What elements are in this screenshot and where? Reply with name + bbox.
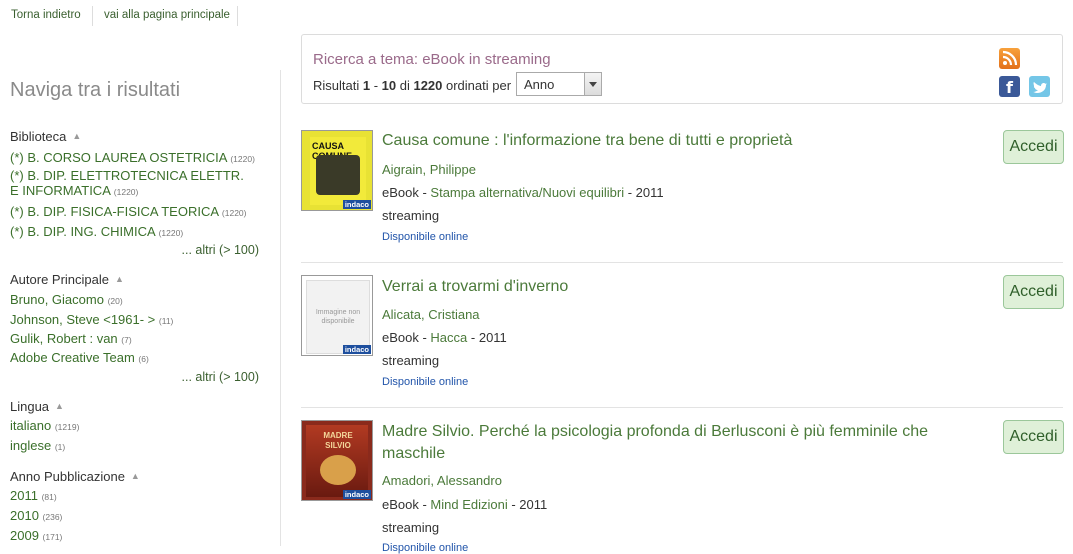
facet-heading-lingua[interactable]: Lingua ▲ xyxy=(10,399,64,414)
book-cover[interactable]: Immagine non disponibile indaco xyxy=(301,275,373,356)
result-divider xyxy=(301,262,1063,263)
sidebar-divider xyxy=(280,70,281,546)
result-title[interactable]: Verrai a trovarmi d'inverno xyxy=(382,276,982,298)
publisher-link[interactable]: Mind Edizioni xyxy=(430,497,507,512)
facet-item[interactable]: (*) B. DIP. ELETTROTECNICA ELETTR. E INF… xyxy=(10,168,255,200)
result-item: MADRE SILVIO indaco Madre Silvio. Perché… xyxy=(301,420,1064,554)
sidebar-title: Naviga tra i risultati xyxy=(10,79,181,101)
facet-item[interactable]: italiano (1219) xyxy=(10,418,255,435)
sort-select[interactable]: Anno xyxy=(516,72,602,96)
facet-item[interactable]: 2011 (81) xyxy=(10,488,255,505)
availability-link[interactable]: Disponibile online xyxy=(382,542,468,554)
access-button[interactable]: Accedi xyxy=(1003,420,1064,454)
nav-divider xyxy=(92,6,93,26)
indaco-badge: indaco xyxy=(342,200,371,209)
facet-item[interactable]: 2009 (171) xyxy=(10,528,255,545)
result-author[interactable]: Alicata, Cristiana xyxy=(382,307,480,322)
result-item: Immagine non disponibile indaco Verrai a… xyxy=(301,275,1064,405)
result-item: CAUSA COMUNE indaco Causa comune : l'inf… xyxy=(301,130,1064,260)
results-count: Risultati 1 - 10 di 1220 ordinati per xyxy=(313,78,512,93)
result-format: eBook - Hacca - 2011 xyxy=(382,330,507,345)
facet-heading-biblioteca[interactable]: Biblioteca ▲ xyxy=(10,129,81,144)
result-divider xyxy=(301,407,1063,408)
book-cover[interactable]: CAUSA COMUNE indaco xyxy=(301,130,373,211)
publisher-link[interactable]: Hacca xyxy=(430,330,467,345)
facet-heading-autore[interactable]: Autore Principale ▲ xyxy=(10,272,124,287)
access-button[interactable]: Accedi xyxy=(1003,275,1064,309)
facet-item[interactable]: inglese (1) xyxy=(10,438,255,455)
facebook-icon[interactable]: f xyxy=(999,76,1020,97)
result-mode: streaming xyxy=(382,520,440,535)
result-mode: streaming xyxy=(382,208,440,223)
facet-item[interactable]: Adobe Creative Team (6) xyxy=(10,350,255,367)
facet-item[interactable]: 2010 (236) xyxy=(10,508,255,525)
back-link[interactable]: Torna indietro xyxy=(11,9,81,21)
result-format: eBook - Mind Edizioni - 2011 xyxy=(382,497,548,512)
rss-icon[interactable] xyxy=(999,48,1020,69)
collapse-arrow-icon[interactable]: ▲ xyxy=(115,274,124,284)
collapse-arrow-icon[interactable]: ▲ xyxy=(55,401,64,411)
facet-item[interactable]: (*) B. DIP. FISICA-FISICA TEORICA (1220) xyxy=(10,204,255,221)
availability-link[interactable]: Disponibile online xyxy=(382,376,468,388)
availability-link[interactable]: Disponibile online xyxy=(382,231,468,243)
publisher-link[interactable]: Stampa alternativa/Nuovi equilibri xyxy=(430,185,624,200)
nav-divider xyxy=(237,6,238,26)
twitter-icon[interactable] xyxy=(1029,76,1050,97)
collapse-arrow-icon[interactable]: ▲ xyxy=(131,471,140,481)
result-author[interactable]: Amadori, Alessandro xyxy=(382,473,502,488)
chevron-down-icon[interactable] xyxy=(584,73,601,95)
indaco-badge: indaco xyxy=(342,345,371,354)
facet-item[interactable]: (*) B. DIP. ING. CHIMICA (1220) xyxy=(10,224,255,241)
result-author[interactable]: Aigrain, Philippe xyxy=(382,162,476,177)
more-link[interactable]: ... altri (> 100) xyxy=(182,370,259,384)
result-title[interactable]: Madre Silvio. Perché la psicologia profo… xyxy=(382,421,982,465)
facet-item[interactable]: (*) B. CORSO LAUREA OSTETRICIA (1220) xyxy=(10,150,255,167)
access-button[interactable]: Accedi xyxy=(1003,130,1064,164)
search-summary-box: Ricerca a tema: eBook in streaming Risul… xyxy=(301,34,1063,104)
collapse-arrow-icon[interactable]: ▲ xyxy=(72,131,81,141)
facet-heading-anno[interactable]: Anno Pubblicazione ▲ xyxy=(10,469,140,484)
book-cover[interactable]: MADRE SILVIO indaco xyxy=(301,420,373,501)
facet-item[interactable]: Bruno, Giacomo (20) xyxy=(10,292,255,309)
result-mode: streaming xyxy=(382,353,440,368)
indaco-badge: indaco xyxy=(342,490,371,499)
home-link[interactable]: vai alla pagina principale xyxy=(104,9,230,21)
result-format: eBook - Stampa alternativa/Nuovi equilib… xyxy=(382,185,664,200)
more-link[interactable]: ... altri (> 100) xyxy=(182,243,259,257)
result-title[interactable]: Causa comune : l'informazione tra bene d… xyxy=(382,130,982,152)
facet-item[interactable]: Gulik, Robert : van (7) xyxy=(10,331,255,348)
search-title: Ricerca a tema: eBook in streaming xyxy=(313,51,551,68)
facet-item[interactable]: Johnson, Steve <1961- > (11) xyxy=(10,312,255,329)
